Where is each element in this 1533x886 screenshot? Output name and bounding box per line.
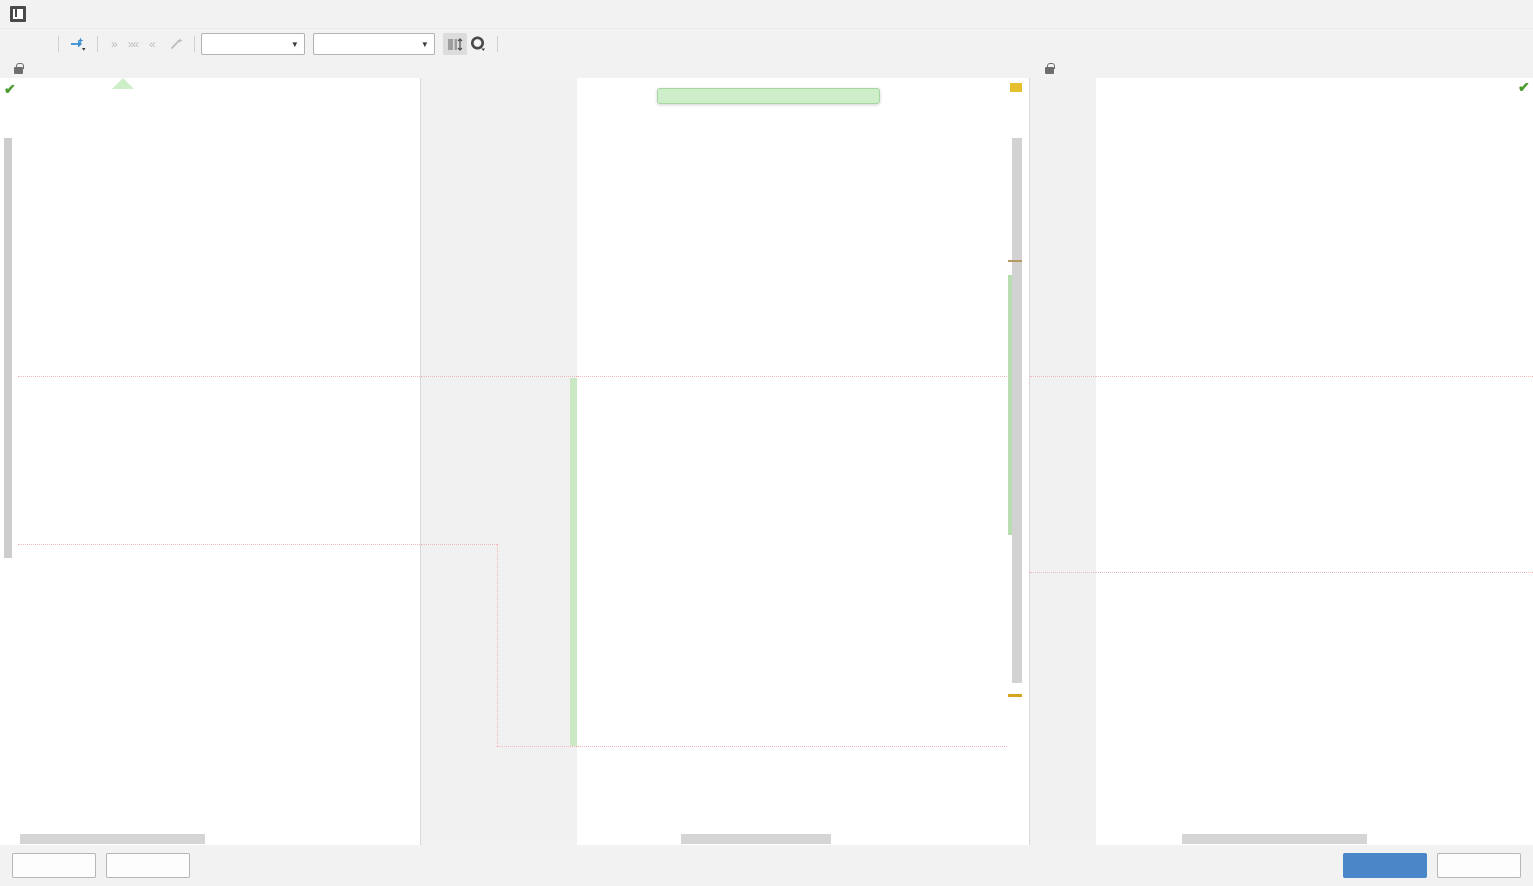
left-change-top-border [18, 376, 420, 377]
dialog-button-bar [0, 845, 1533, 886]
collapse-unchanged-icon[interactable] [442, 33, 467, 55]
chevron-down-icon: ▼ [420, 39, 429, 49]
right-line-numbers [1030, 78, 1096, 845]
result-change-top-border [577, 376, 1007, 377]
highlight-policy-select[interactable]: ▼ [312, 33, 435, 55]
result-hscroll-thumb[interactable] [681, 834, 831, 844]
left-hscroll-thumb[interactable] [20, 834, 205, 844]
result-added-stripe [570, 378, 577, 746]
result-stripe-mark-gold [1008, 260, 1022, 262]
left-horizontal-scrollbar[interactable] [0, 833, 420, 845]
right-change-top-border [1096, 376, 1533, 377]
settings-gear-icon[interactable] [467, 33, 491, 55]
right-gutter-change-bottom [1030, 572, 1096, 573]
previous-difference-icon[interactable] [8, 33, 30, 55]
result-line-numbers [489, 78, 577, 845]
result-scrollbar-thumb[interactable] [1012, 138, 1022, 683]
toolbar: » »« « ▼ ▼ [0, 29, 1533, 59]
right-editor-pane[interactable]: ✔ [1096, 78, 1533, 845]
merge-revisions-window: » »« « ▼ ▼ ✔ ✔ [0, 0, 1533, 886]
apply-non-conflicting-icon[interactable] [65, 33, 91, 55]
gutter-change-bottom [497, 746, 577, 747]
lock-icon [14, 63, 24, 74]
apply-all-link[interactable]: »« [126, 37, 141, 51]
apply-left-link[interactable]: » [109, 37, 120, 51]
apply-button[interactable] [1343, 853, 1427, 878]
close-icon[interactable] [1497, 2, 1525, 26]
collapse-glyph [447, 37, 463, 51]
left-vertical-scrollbar[interactable] [3, 78, 16, 845]
apply-right-link[interactable]: « [147, 37, 158, 51]
cancel-button[interactable] [1437, 853, 1521, 878]
dialog-actions [1343, 853, 1521, 878]
result-editor-pane[interactable] [577, 78, 1007, 845]
help-icon[interactable] [504, 33, 528, 55]
left-scrollbar-thumb[interactable] [4, 138, 12, 558]
app-icon [10, 6, 26, 22]
changes-processed-balloon [657, 88, 880, 104]
right-horizontal-scrollbar[interactable] [1096, 833, 1533, 845]
next-difference-icon[interactable] [30, 33, 52, 55]
left-line-numbers [421, 78, 489, 845]
magic-resolve-glyph [71, 37, 86, 51]
accept-left-button[interactable] [12, 853, 96, 878]
left-pane-header [14, 63, 28, 74]
left-change-bottom-border [18, 544, 420, 545]
double-chevron-right-icon: » [111, 37, 118, 51]
balloon-pointer [112, 78, 134, 89]
result-stripe-changed-range [1008, 275, 1012, 535]
right-change-bottom-border [1096, 572, 1533, 573]
double-chevron-left-icon: « [149, 37, 156, 51]
accept-right-button[interactable] [106, 853, 190, 878]
toolbar-divider-1 [58, 36, 59, 52]
double-chevron-both-icon: »« [127, 37, 139, 51]
result-error-stripe-column[interactable] [1007, 78, 1029, 845]
right-pane-header [1045, 63, 1059, 74]
gear-glyph [471, 36, 486, 51]
magic-resolve-all-icon[interactable] [166, 33, 188, 55]
chevron-down-icon: ▼ [290, 39, 299, 49]
right-no-errors-check-icon: ✔ [1518, 79, 1530, 95]
title-bar [0, 0, 1533, 29]
result-change-bottom-border [577, 746, 1007, 747]
gutter-change-mid [421, 544, 497, 545]
wand-glyph [170, 38, 183, 50]
left-editor-pane[interactable]: ✔ [0, 78, 420, 845]
toolbar-divider-4 [496, 36, 498, 52]
gutter-change-top [421, 376, 577, 377]
toolbar-divider-2 [97, 36, 98, 52]
pane-headers [0, 59, 1533, 78]
toolbar-divider-3 [193, 36, 195, 52]
right-gutter-change-top [1030, 376, 1096, 377]
result-stripe-mark-bottom [1008, 694, 1022, 697]
merge-panes: ✔ ✔ [0, 78, 1533, 845]
result-horizontal-scrollbar[interactable] [577, 833, 1007, 845]
lock-icon [1045, 63, 1055, 74]
right-hscroll-thumb[interactable] [1182, 834, 1367, 844]
result-gutter [421, 78, 577, 845]
ignore-policy-select[interactable]: ▼ [200, 33, 305, 55]
result-stripe-mark-modified [1010, 83, 1022, 92]
gutter-change-connector [497, 544, 498, 746]
